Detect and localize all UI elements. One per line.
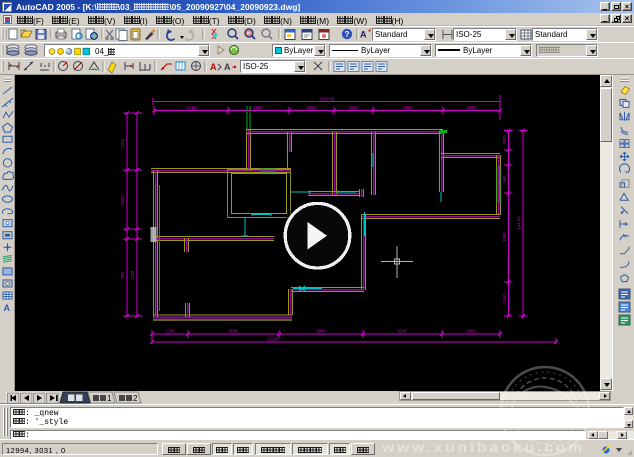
svg-text:4244: 4244 <box>397 328 407 333</box>
svg-text:2960: 2960 <box>403 105 413 110</box>
svg-text:2211: 2211 <box>186 105 196 110</box>
svg-text:A: A <box>4 303 11 313</box>
svg-text:1585: 1585 <box>306 105 316 110</box>
svg-text:4118: 4118 <box>130 270 135 280</box>
svg-text:2: 2 <box>133 394 138 403</box>
svg-text:2600: 2600 <box>466 328 476 333</box>
svg-text:1880: 1880 <box>502 232 507 242</box>
svg-text:960: 960 <box>502 175 507 183</box>
svg-text:1450: 1450 <box>502 294 507 304</box>
svg-text:8180: 8180 <box>228 328 238 333</box>
svg-text:2400: 2400 <box>120 196 125 206</box>
svg-text:2600: 2600 <box>466 105 476 110</box>
svg-text:2944: 2944 <box>316 328 326 333</box>
svg-text:2211: 2211 <box>120 138 125 148</box>
svg-text:A: A <box>360 30 367 40</box>
svg-text:144.43: 144.43 <box>517 216 522 229</box>
svg-text:2150: 2150 <box>253 105 263 110</box>
svg-text:A: A <box>210 62 217 72</box>
svg-text:?: ? <box>345 30 350 39</box>
svg-text:2150: 2150 <box>348 105 358 110</box>
svg-text:4203.41: 4203.41 <box>319 96 335 101</box>
svg-text:900: 900 <box>120 271 125 279</box>
svg-text:A: A <box>224 62 231 72</box>
svg-text:1749: 1749 <box>165 328 175 333</box>
svg-text:12160: 12160 <box>267 337 279 342</box>
svg-text:1500: 1500 <box>502 135 507 145</box>
svg-text:1: 1 <box>107 394 112 403</box>
